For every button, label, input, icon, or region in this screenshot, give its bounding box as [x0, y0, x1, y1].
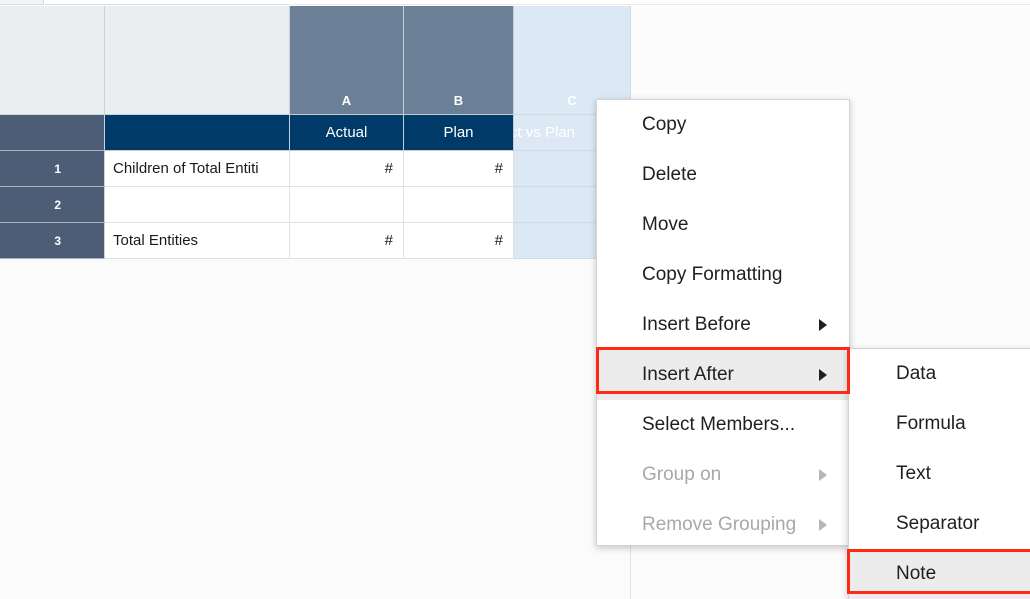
cell-row2-col-a[interactable]: [290, 187, 404, 223]
menu-item-move[interactable]: Move: [597, 200, 849, 250]
cell-row1-col-b-text: #: [495, 160, 503, 177]
cell-row3-col-a[interactable]: #: [290, 223, 404, 259]
menu-item-remove-grouping: Remove Grouping: [597, 500, 849, 550]
menu-item-select-members[interactable]: Select Members...: [597, 400, 849, 450]
menu-item-insert-before-label: Insert Before: [642, 314, 751, 336]
menu-item-copy-label: Copy: [642, 114, 686, 136]
chevron-right-icon: [819, 519, 827, 531]
submenu-item-data-label: Data: [896, 363, 936, 385]
column-header-a-label: A: [342, 93, 351, 108]
cell-row1-member[interactable]: Children of Total Entiti: [105, 151, 290, 187]
grid-empty-area: [0, 256, 631, 599]
submenu-item-data[interactable]: Data: [849, 349, 1030, 399]
member-header-row-label: [105, 115, 290, 151]
row-header-2-label: 2: [54, 198, 61, 212]
cell-row1-col-a-text: #: [385, 160, 393, 177]
submenu-item-note-label: Note: [896, 563, 936, 585]
insert-after-submenu[interactable]: Data Formula Text Separator Note: [848, 348, 1030, 599]
menu-item-insert-before[interactable]: Insert Before: [597, 300, 849, 350]
menu-item-group-on-label: Group on: [642, 464, 721, 486]
cell-row3-col-b[interactable]: #: [404, 223, 514, 259]
chevron-right-icon: [819, 469, 827, 481]
cell-row3-member[interactable]: Total Entities: [105, 223, 290, 259]
menu-item-insert-after-label: Insert After: [642, 364, 734, 386]
submenu-item-separator[interactable]: Separator: [849, 499, 1030, 549]
submenu-item-note[interactable]: Note: [849, 549, 1030, 599]
cell-row2-col-b[interactable]: [404, 187, 514, 223]
submenu-item-separator-label: Separator: [896, 513, 979, 535]
submenu-item-text-label: Text: [896, 463, 931, 485]
column-header-b-label: B: [454, 93, 463, 108]
menu-item-copy-formatting[interactable]: Copy Formatting: [597, 250, 849, 300]
menu-item-copy-formatting-label: Copy Formatting: [642, 264, 782, 286]
cell-row1-col-b[interactable]: #: [404, 151, 514, 187]
chevron-right-icon: [819, 369, 827, 381]
menu-item-move-label: Move: [642, 214, 688, 236]
member-header-plan[interactable]: Plan: [404, 115, 514, 151]
menu-item-delete-label: Delete: [642, 164, 697, 186]
grid-corner-top-member-col: [105, 6, 290, 115]
row-header-1-label: 1: [54, 162, 61, 176]
grid-corner-top: [0, 6, 105, 115]
cell-row3-member-text: Total Entities: [113, 232, 198, 249]
submenu-item-formula[interactable]: Formula: [849, 399, 1030, 449]
top-strip-segment-left: [0, 0, 44, 5]
top-strip-segment-right: [290, 0, 1030, 5]
top-strip-segment-mid: [45, 0, 289, 5]
spreadsheet-grid[interactable]: A B C Actual Plan ct vs Plan 1 Children …: [0, 6, 631, 256]
member-header-actual[interactable]: Actual: [290, 115, 404, 151]
grid-corner-row-header: [0, 115, 105, 151]
submenu-item-formula-label: Formula: [896, 413, 966, 435]
row-header-1[interactable]: 1: [0, 151, 105, 187]
member-header-plan-label: Plan: [443, 124, 473, 141]
menu-item-select-members-label: Select Members...: [642, 414, 795, 436]
member-header-act-vs-plan-label: ct vs Plan: [514, 124, 575, 141]
menu-item-insert-after[interactable]: Insert After: [597, 350, 849, 400]
cell-row2-member[interactable]: [105, 187, 290, 223]
context-menu[interactable]: Copy Delete Move Copy Formatting Insert …: [596, 99, 850, 546]
row-header-3-label: 3: [54, 234, 61, 248]
member-header-actual-label: Actual: [326, 124, 368, 141]
column-header-c-label: C: [567, 93, 576, 108]
column-header-a[interactable]: A: [290, 6, 404, 115]
menu-item-delete[interactable]: Delete: [597, 150, 849, 200]
cell-row3-col-a-text: #: [385, 232, 393, 249]
row-header-3[interactable]: 3: [0, 223, 105, 259]
menu-item-copy[interactable]: Copy: [597, 100, 849, 150]
column-header-b[interactable]: B: [404, 6, 514, 115]
submenu-item-text[interactable]: Text: [849, 449, 1030, 499]
menu-item-remove-grouping-label: Remove Grouping: [642, 514, 796, 536]
cell-row1-member-text: Children of Total Entiti: [113, 160, 259, 177]
menu-item-group-on: Group on: [597, 450, 849, 500]
chevron-right-icon: [819, 319, 827, 331]
cell-row1-col-a[interactable]: #: [290, 151, 404, 187]
cell-row3-col-b-text: #: [495, 232, 503, 249]
row-header-2[interactable]: 2: [0, 187, 105, 223]
